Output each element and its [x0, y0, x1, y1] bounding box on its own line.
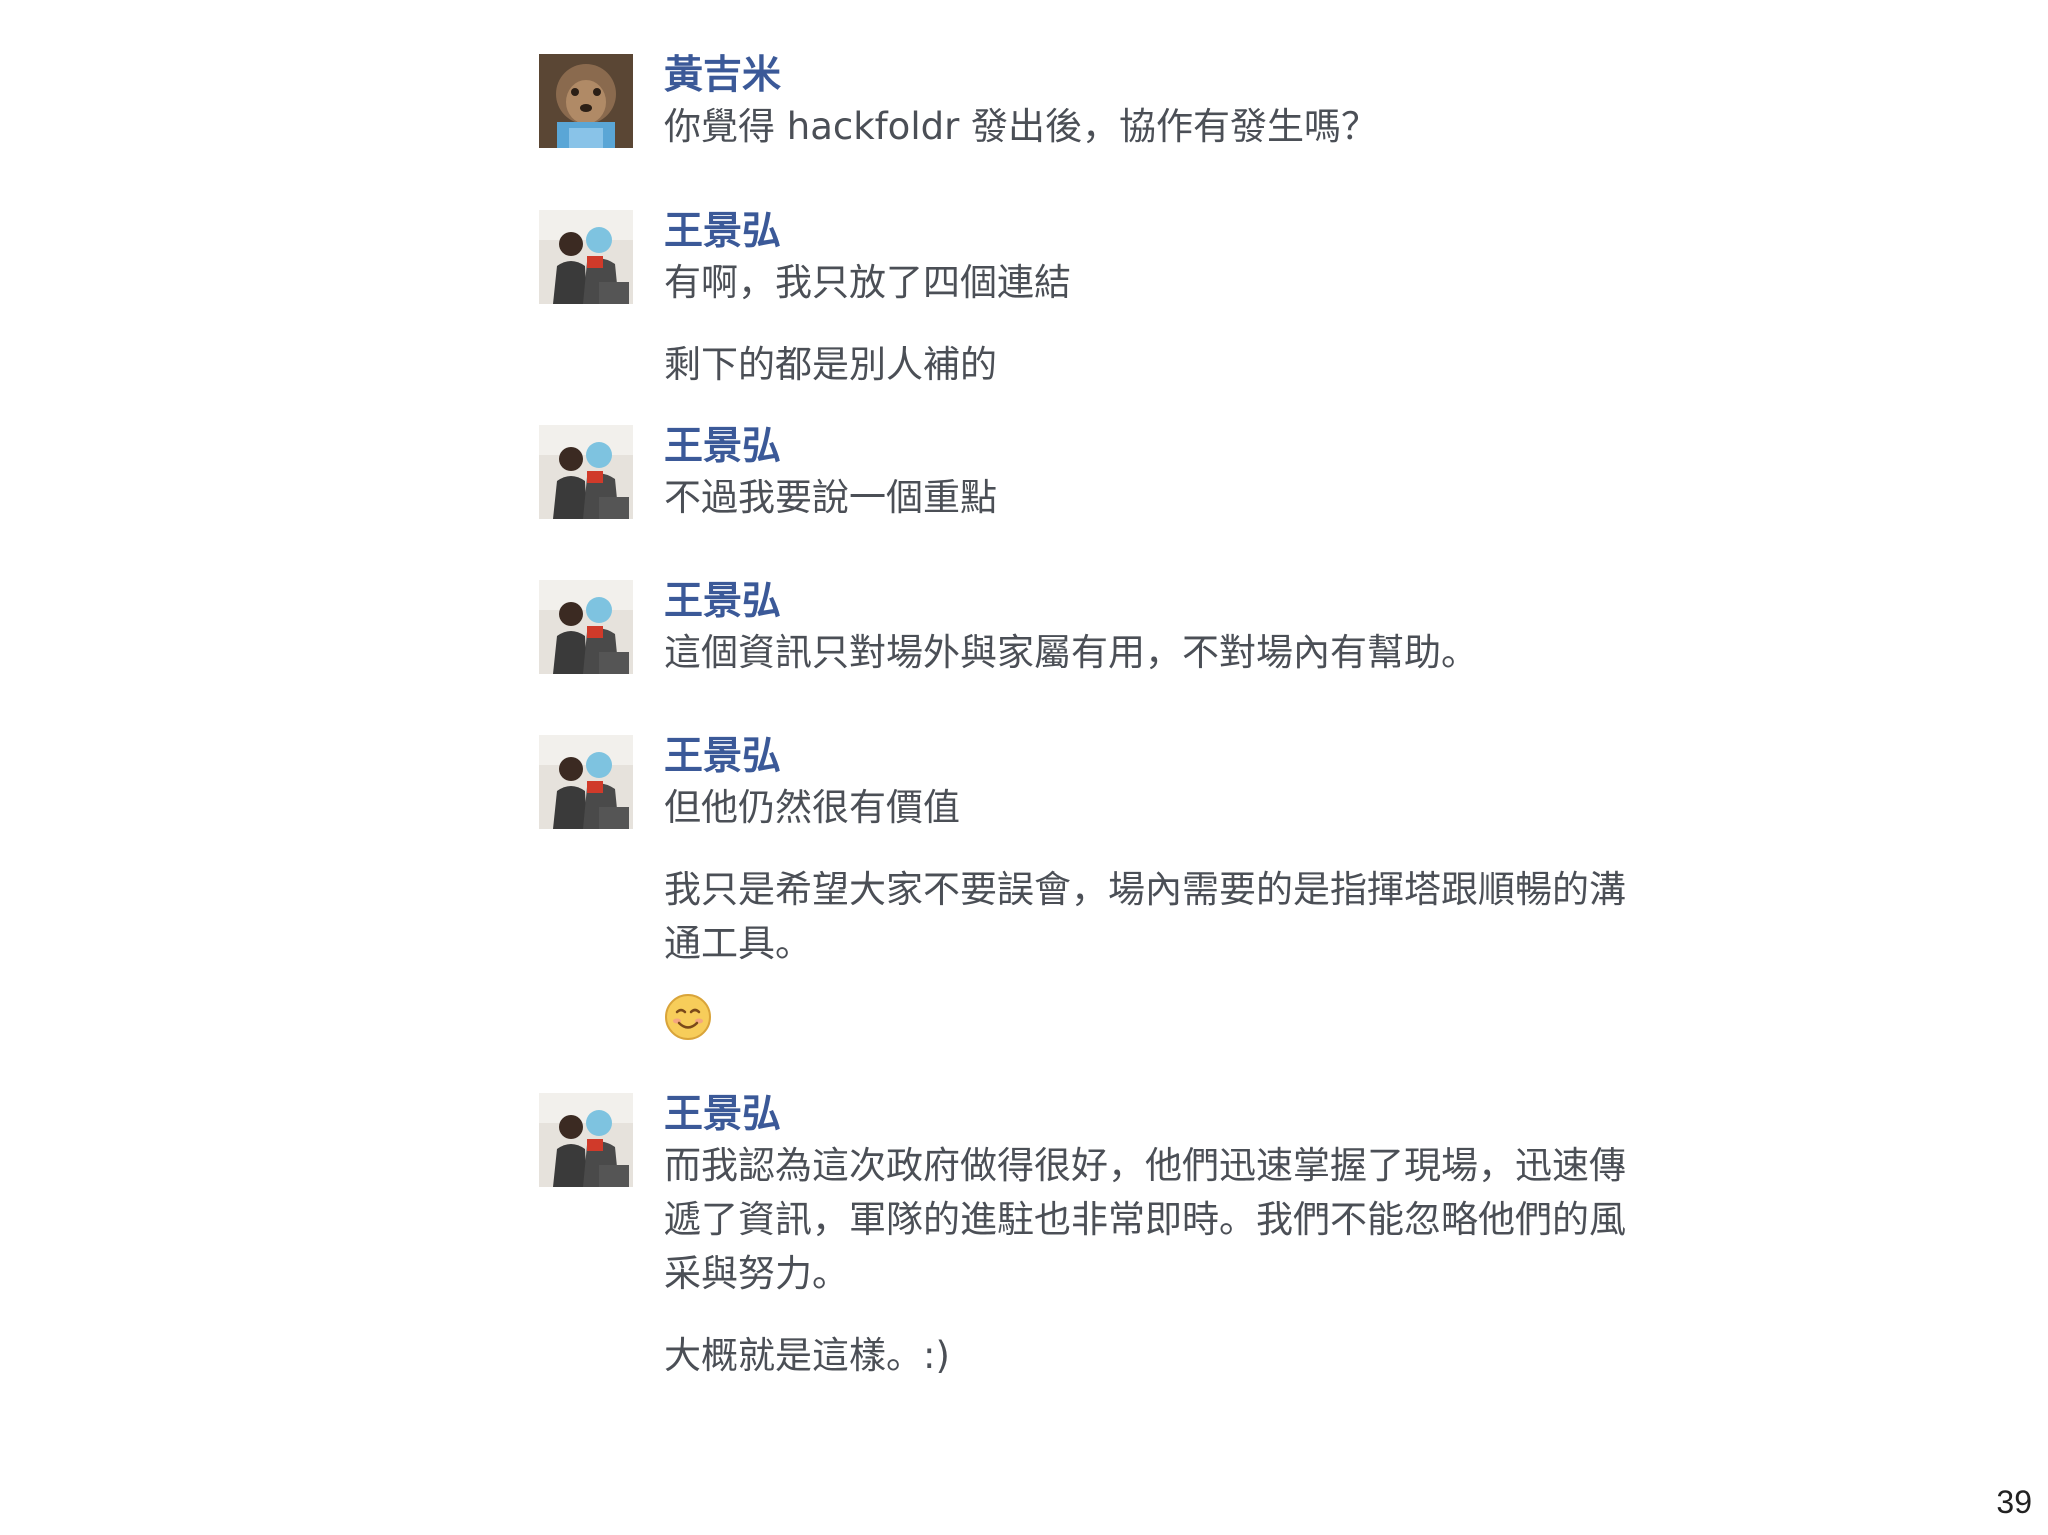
message-group: 王景弘 有啊，我只放了四個連結 剩下的都是別人補的: [539, 208, 1659, 392]
avatar-people-icon[interactable]: [539, 735, 633, 829]
avatar-people-icon[interactable]: [539, 1093, 633, 1187]
message-group: 王景弘 而我認為這次政府做得很好，他們迅速掌握了現場，迅速傳遞了資訊，軍隊的進駐…: [539, 1091, 1659, 1383]
message-text: 而我認為這次政府做得很好，他們迅速掌握了現場，迅速傳遞了資訊，軍隊的進駐也非常即…: [664, 1144, 1626, 1295]
message-author[interactable]: 王景弘: [664, 1091, 1659, 1139]
message-group: 王景弘 但他仍然很有價值 我只是希望大家不要誤會，場內需要的是指揮塔跟順暢的溝通…: [539, 733, 1659, 1041]
message-group: 王景弘 不過我要說一個重點: [539, 423, 1659, 525]
message-group: 黃吉米 你覺得 hackfoldr 發出後，協作有發生嗎？: [539, 52, 1659, 154]
message-author[interactable]: 王景弘: [664, 733, 1659, 781]
chat-thread: 黃吉米 你覺得 hackfoldr 發出後，協作有發生嗎？ 王景弘 有啊，我只放…: [539, 52, 1659, 1383]
message-author[interactable]: 王景弘: [664, 578, 1659, 626]
message-text: 剩下的都是別人補的: [664, 343, 997, 386]
message-group: 王景弘 這個資訊只對場外與家屬有用，不對場內有幫助。: [539, 578, 1659, 680]
avatar-people-icon[interactable]: [539, 425, 633, 519]
page-number: 39: [1996, 1484, 2032, 1520]
avatar-people-icon[interactable]: [539, 210, 633, 304]
message-author[interactable]: 黃吉米: [664, 52, 1659, 100]
message-text: 你覺得 hackfoldr 發出後，協作有發生嗎？: [664, 105, 1379, 148]
message-text: 不過我要說一個重點: [664, 476, 997, 519]
message-text: 有啊，我只放了四個連結: [664, 261, 1071, 304]
message-text: 我只是希望大家不要誤會，場內需要的是指揮塔跟順暢的溝通工具。: [664, 868, 1626, 965]
message-text: 大概就是這樣。:): [664, 1334, 950, 1377]
message-text: 但他仍然很有價值: [664, 786, 960, 829]
message-text: 這個資訊只對場外與家屬有用，不對場內有幫助。: [664, 631, 1478, 674]
avatar-people-icon[interactable]: [539, 580, 633, 674]
message-author[interactable]: 王景弘: [664, 423, 1659, 471]
message-author[interactable]: 王景弘: [664, 208, 1659, 256]
avatar-dog-icon[interactable]: [539, 54, 633, 148]
smiling-face-emoji-icon: [664, 993, 712, 1041]
